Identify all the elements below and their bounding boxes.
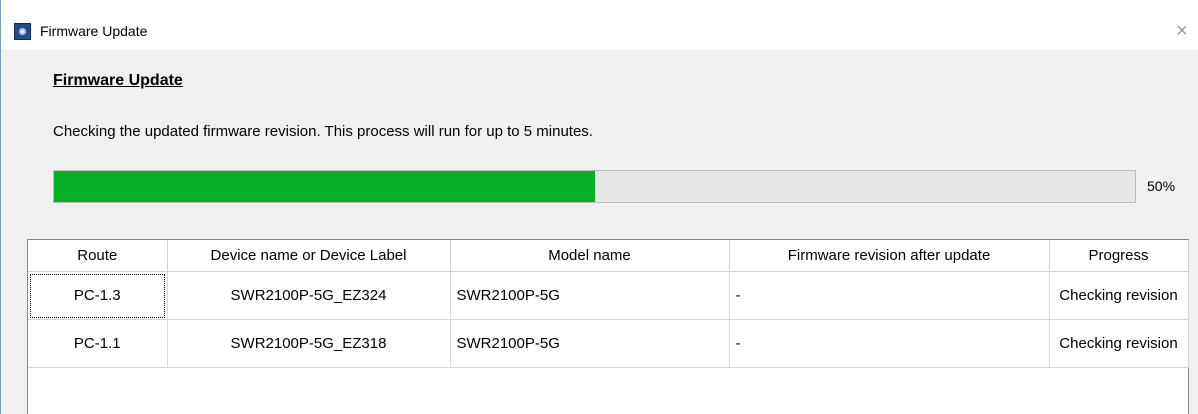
table-row[interactable]: PC-1.1 SWR2100P-5G_EZ318 SWR2100P-5G - C… xyxy=(28,319,1189,368)
device-table: Route Device name or Device Label Model … xyxy=(27,239,1189,414)
progress-bar xyxy=(53,170,1136,203)
status-message: Checking the updated firmware revision. … xyxy=(53,123,593,140)
column-header-progress[interactable]: Progress xyxy=(1049,240,1189,272)
cell-route[interactable]: PC-1.3 xyxy=(28,271,168,320)
cell-progress[interactable]: Checking revision xyxy=(1049,319,1189,368)
firmware-update-window: Firmware Update × Firmware Update Checki… xyxy=(0,0,1198,414)
cell-device-name[interactable]: SWR2100P-5G_EZ318 xyxy=(167,319,451,368)
page-heading: Firmware Update xyxy=(53,72,183,89)
title-bar: Firmware Update × xyxy=(1,0,1198,50)
window-title: Firmware Update xyxy=(40,23,148,39)
cell-firmware-revision[interactable]: - xyxy=(729,271,1050,320)
cell-firmware-revision[interactable]: - xyxy=(729,319,1050,368)
column-header-device-name[interactable]: Device name or Device Label xyxy=(167,240,451,272)
cell-model-name[interactable]: SWR2100P-5G xyxy=(450,319,730,368)
close-button[interactable]: × xyxy=(1171,20,1193,42)
progress-bar-fill xyxy=(54,171,595,202)
table-header-row: Route Device name or Device Label Model … xyxy=(28,240,1189,272)
column-header-route[interactable]: Route xyxy=(28,240,168,272)
table-row[interactable]: PC-1.3 SWR2100P-5G_EZ324 SWR2100P-5G - C… xyxy=(28,271,1189,320)
column-header-firmware-revision[interactable]: Firmware revision after update xyxy=(729,240,1050,272)
cell-model-name[interactable]: SWR2100P-5G xyxy=(450,271,730,320)
cell-progress[interactable]: Checking revision xyxy=(1049,271,1189,320)
cell-device-name[interactable]: SWR2100P-5G_EZ324 xyxy=(167,271,451,320)
app-icon xyxy=(14,23,31,40)
progress-percent: 50% xyxy=(1147,178,1176,194)
column-header-model-name[interactable]: Model name xyxy=(450,240,730,272)
cell-route[interactable]: PC-1.1 xyxy=(28,319,168,368)
